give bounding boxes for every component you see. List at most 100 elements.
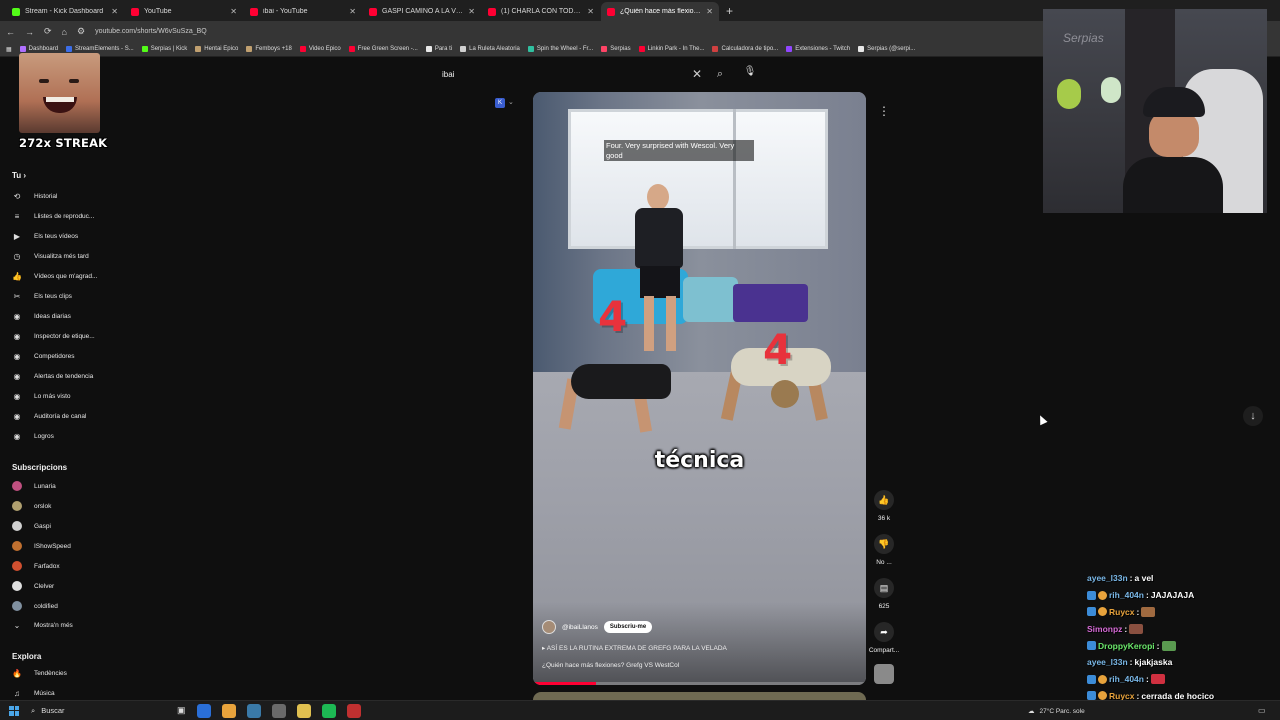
- taskbar-app-icon[interactable]: [296, 703, 311, 718]
- sidebar-item[interactable]: ♫ Música: [12, 689, 55, 698]
- bookmark-item[interactable]: Spin the Wheel - Fr...: [527, 46, 593, 52]
- browser-tab[interactable]: ibai - YouTube ✕: [244, 2, 362, 21]
- extension-icon[interactable]: K: [495, 98, 505, 108]
- bookmark-item[interactable]: Extensiones - Twitch: [786, 46, 850, 52]
- close-tab-icon[interactable]: ✕: [230, 7, 237, 16]
- chevron-down-icon[interactable]: ⌄: [508, 98, 514, 106]
- search-box[interactable]: ibai ✕ ⌕: [433, 64, 733, 84]
- chat-username[interactable]: Ruycx: [1109, 607, 1135, 617]
- bookmark-item[interactable]: Linkin Park - In The...: [638, 46, 704, 52]
- next-short-preview[interactable]: [533, 692, 866, 700]
- bookmark-item[interactable]: Serpias | Kick: [141, 46, 187, 52]
- back-icon[interactable]: ←: [6, 27, 15, 37]
- chat-username[interactable]: ayee_l33n: [1087, 573, 1128, 583]
- bookmark-label: Serpias: [610, 46, 631, 52]
- share-button[interactable]: ➦: [874, 622, 894, 642]
- chat-username[interactable]: rih_404n: [1109, 590, 1144, 600]
- microphone-icon[interactable]: 🎙: [742, 66, 758, 82]
- browser-tab[interactable]: YouTube ✕: [125, 2, 243, 21]
- sidebar-item[interactable]: ◉ Inspector de etique...: [12, 332, 95, 341]
- bookmark-item[interactable]: Femboys +18: [246, 46, 292, 52]
- close-tab-icon[interactable]: ✕: [349, 7, 356, 16]
- apps-grid-icon[interactable]: ▦: [6, 46, 12, 53]
- subscribe-button[interactable]: Subscriu-me: [603, 621, 653, 633]
- channel-name[interactable]: @ibaiLlanos: [562, 624, 598, 631]
- playlist-link[interactable]: ▸ ASÍ ES LA RUTINA EXTREMA DE GREFG PARA…: [542, 644, 727, 652]
- chat-username[interactable]: DroppyKeropi: [1098, 641, 1155, 651]
- browser-tab[interactable]: ¿Quién hace más flexiones? ✕: [601, 2, 719, 21]
- close-tab-icon[interactable]: ✕: [706, 7, 713, 16]
- subscription-item[interactable]: Lunaria: [12, 481, 56, 491]
- new-tab-icon[interactable]: +: [726, 2, 733, 21]
- url-field[interactable]: youtube.com/shorts/W6vSuSza_BQ: [95, 28, 207, 35]
- section-heading-you[interactable]: Tu ›: [12, 171, 26, 180]
- chat-username[interactable]: ayee_l33n: [1087, 657, 1128, 667]
- show-more-button[interactable]: ⌄ Mostra'n més: [12, 621, 73, 630]
- taskbar-app-icon[interactable]: [196, 703, 211, 718]
- sidebar-item[interactable]: ◉ Competidores: [12, 352, 75, 361]
- sidebar-item[interactable]: ▶ Els teus vídeos: [12, 232, 78, 241]
- taskbar-app-icon[interactable]: [271, 703, 286, 718]
- clear-search-icon[interactable]: ✕: [687, 67, 707, 81]
- site-info-icon[interactable]: ⚙: [77, 26, 85, 37]
- subscription-item[interactable]: Farfadox: [12, 561, 60, 571]
- bookmark-item[interactable]: StreamElements - S...: [66, 46, 134, 52]
- close-tab-icon[interactable]: ✕: [468, 7, 475, 16]
- browser-tab[interactable]: Stream - Kick Dashboard ✕: [6, 2, 124, 21]
- taskbar-app-icon[interactable]: [321, 703, 336, 718]
- taskbar-app-icon[interactable]: [221, 703, 236, 718]
- reload-icon[interactable]: ⟳: [44, 26, 52, 37]
- browser-tab[interactable]: GASPI CAMINO A LA VELADA ✕: [363, 2, 481, 21]
- close-tab-icon[interactable]: ✕: [587, 7, 594, 16]
- bookmark-item[interactable]: Serpias: [601, 46, 631, 52]
- sidebar-item[interactable]: ✂ Els teus clips: [12, 292, 72, 301]
- sidebar-item[interactable]: ◷ Visualitza més tard: [12, 252, 89, 261]
- taskbar-app-icon[interactable]: [346, 703, 361, 718]
- dislike-button[interactable]: 👎: [874, 534, 894, 554]
- progress-bar[interactable]: [533, 682, 866, 685]
- more-options-icon[interactable]: ⋮: [877, 104, 891, 120]
- subscription-item[interactable]: coldified: [12, 601, 58, 611]
- sidebar-item[interactable]: 👍 Vídeos que m'agrad...: [12, 272, 97, 281]
- video-title[interactable]: ¿Quién hace más flexiones? Grefg VS West…: [542, 662, 679, 669]
- sidebar-item[interactable]: ◉ Auditoría de canal: [12, 412, 87, 421]
- sidebar-item[interactable]: ⟲ Historial: [12, 192, 58, 201]
- windows-start-icon[interactable]: [9, 705, 19, 716]
- bookmark-item[interactable]: Free Green Screen -...: [348, 46, 418, 52]
- shorts-player[interactable]: 4 4 Four. Very surprised with Wescol. Ve…: [533, 92, 866, 685]
- bookmark-item[interactable]: Para ti: [425, 46, 452, 52]
- taskbar-app-icon[interactable]: [246, 703, 261, 718]
- sidebar-item[interactable]: ≡ Llistes de reproduc...: [12, 212, 95, 221]
- subscription-item[interactable]: IShowSpeed: [12, 541, 71, 551]
- browser-tab[interactable]: (1) CHARLA CON TODOS LOS ✕: [482, 2, 600, 21]
- bookmark-item[interactable]: Video Epico: [299, 46, 341, 52]
- next-video-button[interactable]: ↓: [1243, 406, 1263, 426]
- task-view-icon[interactable]: ▣: [177, 705, 186, 716]
- bookmark-item[interactable]: La Ruleta Aleatoria: [460, 46, 520, 52]
- chat-username[interactable]: rih_404n: [1109, 674, 1144, 684]
- sidebar-item[interactable]: ◉ Alertas de tendencia: [12, 372, 94, 381]
- comments-button[interactable]: ▤: [874, 578, 894, 598]
- forward-icon[interactable]: →: [25, 27, 34, 37]
- like-button[interactable]: 👍: [874, 490, 894, 510]
- subscription-item[interactable]: Gaspi: [12, 521, 51, 531]
- channel-avatar[interactable]: [542, 620, 556, 634]
- subscription-item[interactable]: orslok: [12, 501, 51, 511]
- subscription-item[interactable]: Clelver: [12, 581, 54, 591]
- bookmark-item[interactable]: Serpias (@serpi...: [858, 46, 915, 52]
- taskbar-search[interactable]: ⌕ Buscar: [31, 704, 171, 718]
- search-input[interactable]: ibai: [433, 70, 687, 79]
- sidebar-item[interactable]: ◉ Lo más visto: [12, 392, 71, 401]
- bookmark-item[interactable]: Hentai Epico: [195, 46, 238, 52]
- sound-avatar[interactable]: [874, 664, 894, 684]
- sidebar-item[interactable]: ◉ Logros: [12, 432, 54, 441]
- bookmark-item[interactable]: Calculadora de tipo...: [712, 46, 778, 52]
- sidebar-item[interactable]: ◉ Ideas diarias: [12, 312, 71, 321]
- chat-username[interactable]: Simonpz: [1087, 624, 1122, 634]
- search-icon[interactable]: ⌕: [707, 68, 733, 81]
- bookmark-item[interactable]: Dashboard: [19, 46, 58, 52]
- home-icon[interactable]: ⌂: [62, 27, 67, 37]
- close-tab-icon[interactable]: ✕: [111, 7, 118, 16]
- sidebar-item[interactable]: 🔥 Tendències: [12, 669, 67, 678]
- notification-icon[interactable]: ▭: [1258, 706, 1266, 715]
